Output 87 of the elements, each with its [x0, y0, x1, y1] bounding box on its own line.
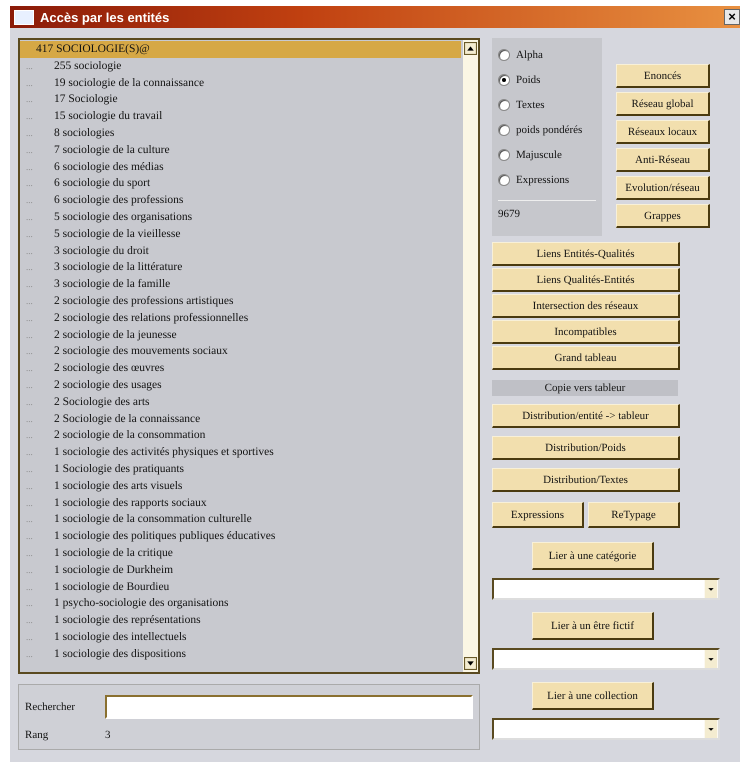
list-item[interactable]: ... 7 sociologie de la culture: [20, 142, 463, 159]
section-label: Copie vers tableur: [492, 380, 678, 396]
rank-label: Rang: [25, 729, 50, 741]
close-button[interactable]: ×: [724, 9, 740, 25]
scrollbar[interactable]: [463, 40, 478, 672]
action-button[interactable]: Evolution/réseau: [616, 176, 710, 200]
link-button[interactable]: Lier à un être fictif: [532, 612, 654, 640]
action-button[interactable]: Anti-Réseau: [616, 148, 710, 172]
list-item[interactable]: ... 1 Sociologie des pratiquants: [20, 460, 463, 478]
list-item[interactable]: ... 2 sociologie des professions artistiques: [20, 292, 463, 310]
list-item[interactable]: ... 2 sociologie de la jeunesse: [20, 326, 463, 344]
list-item[interactable]: ... 1 psycho-sociologie des organisations: [20, 595, 463, 612]
action-button[interactable]: Distribution/entité -> tableur: [492, 404, 680, 428]
list-item[interactable]: ... 6 sociologie du sport: [20, 175, 463, 192]
list-item[interactable]: ... 1 sociologie des politiques publiques éducatives: [20, 528, 463, 545]
dropdown-field[interactable]: [492, 578, 720, 600]
action-button[interactable]: ReTypage: [588, 502, 680, 528]
list-item[interactable]: ... 6 sociologie des professions: [20, 192, 463, 209]
caret-icon[interactable]: [704, 650, 718, 668]
dropdown-field[interactable]: [492, 718, 720, 740]
link-button[interactable]: Lier à une collection: [532, 682, 654, 710]
action-button[interactable]: Grand tableau: [492, 346, 680, 370]
caret-icon[interactable]: [704, 580, 718, 598]
sort-option[interactable]: Majuscule: [498, 148, 596, 162]
list-item[interactable]: ... 1 sociologie des dispositions: [20, 646, 463, 662]
caret-icon[interactable]: [704, 720, 718, 738]
list-item[interactable]: ... 3 sociologie de la famille: [20, 276, 463, 293]
list-item[interactable]: ... 255 sociologie: [20, 58, 463, 75]
list-item[interactable]: ... 19 sociologie de la connaissance: [20, 74, 463, 92]
list-item[interactable]: ... 1 sociologie de Durkheim: [20, 562, 463, 578]
radio-icon[interactable]: [498, 149, 510, 161]
list-item[interactable]: ... 1 sociologie des représentations: [20, 612, 463, 629]
radio-icon[interactable]: [498, 174, 510, 186]
list-item[interactable]: ... 5 sociologie de la vieillesse: [20, 226, 463, 243]
action-button[interactable]: Liens Entités-Qualités: [492, 242, 680, 266]
sort-option[interactable]: Expressions: [498, 173, 596, 187]
radio-icon[interactable]: [498, 124, 510, 136]
list-item[interactable]: ... 8 sociologies: [20, 124, 463, 142]
list-item[interactable]: ... 5 sociologie des organisations: [20, 208, 463, 226]
action-button[interactable]: Expressions: [492, 502, 584, 528]
list-item[interactable]: ... 6 sociologie des médias: [20, 158, 463, 176]
action-button[interactable]: Liens Qualités-Entités: [492, 268, 680, 292]
action-button[interactable]: Enoncés: [616, 64, 710, 88]
list-item[interactable]: ... 1 sociologie des arts visuels: [20, 478, 463, 495]
list-item[interactable]: ... 2 sociologie des usages: [20, 376, 463, 394]
scroll-down-icon[interactable]: [464, 657, 477, 670]
list-item[interactable]: ... 2 sociologie des mouvements sociaux: [20, 343, 463, 360]
list-item[interactable]: ... 2 Sociologie de la connaissance: [20, 410, 463, 428]
list-item[interactable]: ... 2 sociologie des œuvres: [20, 360, 463, 377]
sort-option[interactable]: Poids: [498, 73, 596, 87]
sort-option[interactable]: poids pondérés: [498, 123, 596, 137]
search-label: Rechercher: [25, 701, 76, 713]
list-item[interactable]: ... 2 Sociologie des arts: [20, 394, 463, 411]
action-button[interactable]: Réseaux locaux: [616, 120, 710, 144]
list-item[interactable]: ... 1 sociologie des intellectuels: [20, 628, 463, 646]
entity-list[interactable]: [18, 38, 480, 674]
window-icon: [14, 10, 34, 24]
search-field[interactable]: [105, 695, 473, 719]
list-item[interactable]: ... 1 sociologie des rapports sociaux: [20, 494, 463, 512]
radio-icon[interactable]: [498, 74, 510, 86]
action-button[interactable]: Distribution/Poids: [492, 436, 680, 460]
list-item[interactable]: ... 15 sociologie du travail: [20, 108, 463, 125]
action-button[interactable]: Distribution/Textes: [492, 468, 680, 492]
action-button[interactable]: Intersection des réseaux: [492, 294, 680, 318]
list-item[interactable]: ... 17 Sociologie: [20, 91, 463, 108]
count-label: 9679: [498, 208, 521, 220]
action-button[interactable]: Grappes: [616, 204, 710, 228]
list-item[interactable]: ... 1 sociologie de la critique: [20, 544, 463, 562]
action-button[interactable]: Réseau global: [616, 92, 710, 116]
dropdown-field[interactable]: [492, 648, 720, 670]
list-item[interactable]: ... 1 sociologie de la consommation culturelle: [20, 511, 463, 528]
rank-value: 3: [105, 729, 110, 741]
list-item[interactable]: ... 2 sociologie de la consommation: [20, 427, 463, 444]
list-item[interactable]: ... 3 sociologie de la littérature: [20, 259, 463, 276]
radio-icon[interactable]: [498, 49, 510, 61]
scroll-up-icon[interactable]: [464, 42, 477, 55]
action-button[interactable]: Incompatibles: [492, 320, 680, 344]
window-title: Accès par les entités: [40, 10, 170, 24]
list-item[interactable]: ... 1 sociologie des activités physiques et sportives: [20, 444, 463, 461]
sort-option[interactable]: Alpha: [498, 48, 596, 62]
link-button[interactable]: Lier à une catégorie: [532, 542, 654, 570]
list-item[interactable]: ... 3 sociologie du droit: [20, 242, 463, 260]
list-item[interactable]: ... 2 sociologie des relations professionnelles: [20, 310, 463, 327]
list-item[interactable]: ... 1 sociologie de Bourdieu: [20, 578, 463, 596]
radio-icon[interactable]: [498, 99, 510, 111]
sort-option[interactable]: Textes: [498, 98, 596, 112]
list-item[interactable]: 417 SOCIOLOGIE(S)@: [20, 41, 461, 58]
